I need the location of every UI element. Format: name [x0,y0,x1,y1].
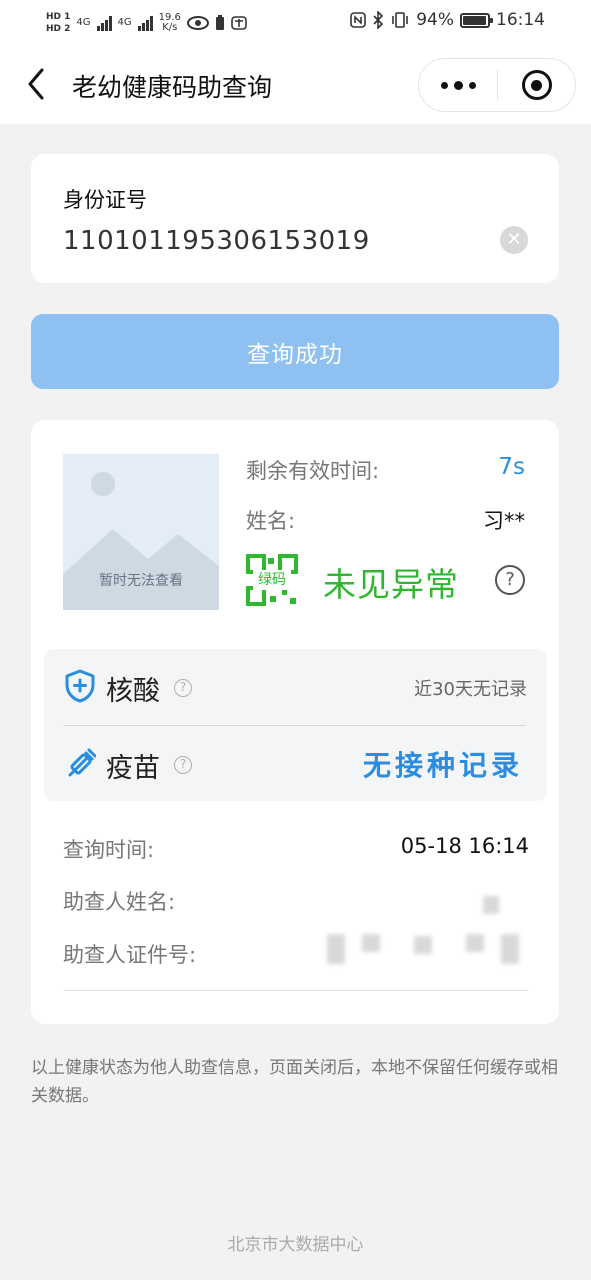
status-left: HD 1 HD 2 4G 4G 19.6 K/s [46,6,247,40]
network-speed: 19.6 K/s [159,13,181,33]
redacted-id-block [327,934,345,964]
eye-icon [186,16,209,30]
privacy-notice: 以上健康状态为他人助查信息，页面关闭后，本地不保留任何缓存或相关数据。 [31,1058,558,1106]
redacted-id-block [501,934,519,964]
signal-icon-2 [137,15,153,31]
clear-input-icon[interactable]: ✕ [500,226,528,254]
vaccine-title: 疫苗 [106,753,160,784]
network-type-1: 4G [76,17,91,28]
query-button[interactable]: 查询成功 [31,314,559,389]
status-right: 94% 16:14 [350,10,545,30]
battery-fill [463,15,486,25]
id-number-label: 身份证号 [63,188,147,212]
hd1-label: HD 1 [46,12,71,22]
nat-title: 核酸 [106,676,160,707]
vibrate-icon [392,12,409,28]
battery-percent: 94% [416,10,454,30]
query-time-value: 05-18 16:14 [400,834,529,858]
back-arrow-icon[interactable] [22,66,50,102]
vaccine-help-icon[interactable]: ? [174,756,192,774]
qr-code-label: 绿码 [253,570,291,590]
helper-id-label: 助查人证件号: [63,943,197,967]
hd-indicator: HD 1 HD 2 [46,11,70,35]
remaining-time-label: 剩余有效时间: [246,459,380,483]
name-label: 姓名: [246,509,296,533]
panel-divider [63,725,526,726]
speed-unit: K/s [162,22,178,33]
health-status-text: 未见异常 [323,565,459,604]
nfc-icon [350,12,367,28]
help-icon[interactable]: ? [495,565,525,595]
status-bar: HD 1 HD 2 4G 4G 19.6 K/s 94% 16:14 [0,0,591,46]
name-value: 习** [483,509,525,533]
syringe-icon [68,748,96,777]
shield-plus-icon [65,669,95,703]
battery-alert-icon [215,15,224,30]
result-card: 暂时无法查看 剩余有效时间: 7s 姓名: 习** 绿码 未见异常 ? 核酸 ?… [31,420,559,1024]
nav-bar: 老幼健康码助查询 [0,46,591,124]
close-miniprogram-button[interactable] [498,59,575,111]
green-qr-icon: 绿码 [246,554,298,606]
test-vaccine-panel: 核酸 ? 近30天无记录 疫苗 ? 无接种记录 [44,649,547,801]
page-title: 老幼健康码助查询 [72,73,273,102]
more-menu-button[interactable] [419,59,497,111]
network-type-2: 4G [117,17,132,28]
more-dot-icon [453,80,463,90]
id-input-card: 身份证号 110101195306153019 ✕ [31,154,559,283]
redacted-id-block [414,936,432,954]
remaining-time-value: 7s [498,454,525,480]
bluetooth-icon [373,11,384,29]
clock: 16:14 [496,10,545,30]
redacted-id-block [362,934,380,952]
nat-help-icon[interactable]: ? [174,679,192,697]
nat-status: 近30天无记录 [414,679,527,700]
footer-provider: 北京市大数据中心 [227,1235,364,1255]
target-icon [521,70,552,100]
helper-name-label: 助查人姓名: [63,890,176,914]
signal-icon [96,15,112,31]
hd2-label: HD 2 [46,24,71,34]
more-dot-icon [468,81,476,89]
miniprogram-capsule [418,58,576,112]
taobao-icon [231,16,247,30]
vaccine-status: 无接种记录 [362,749,523,782]
card-bottom-divider [63,990,529,991]
more-dot-icon [440,81,448,89]
id-number-field[interactable]: 110101195306153019 [63,226,370,256]
redacted-helper-name [483,896,499,914]
redacted-id-block [466,934,484,952]
query-time-label: 查询时间: [63,838,155,862]
photo-placeholder-text: 暂时无法查看 [99,573,183,589]
photo-placeholder: 暂时无法查看 [63,454,219,610]
battery-icon [460,12,493,28]
